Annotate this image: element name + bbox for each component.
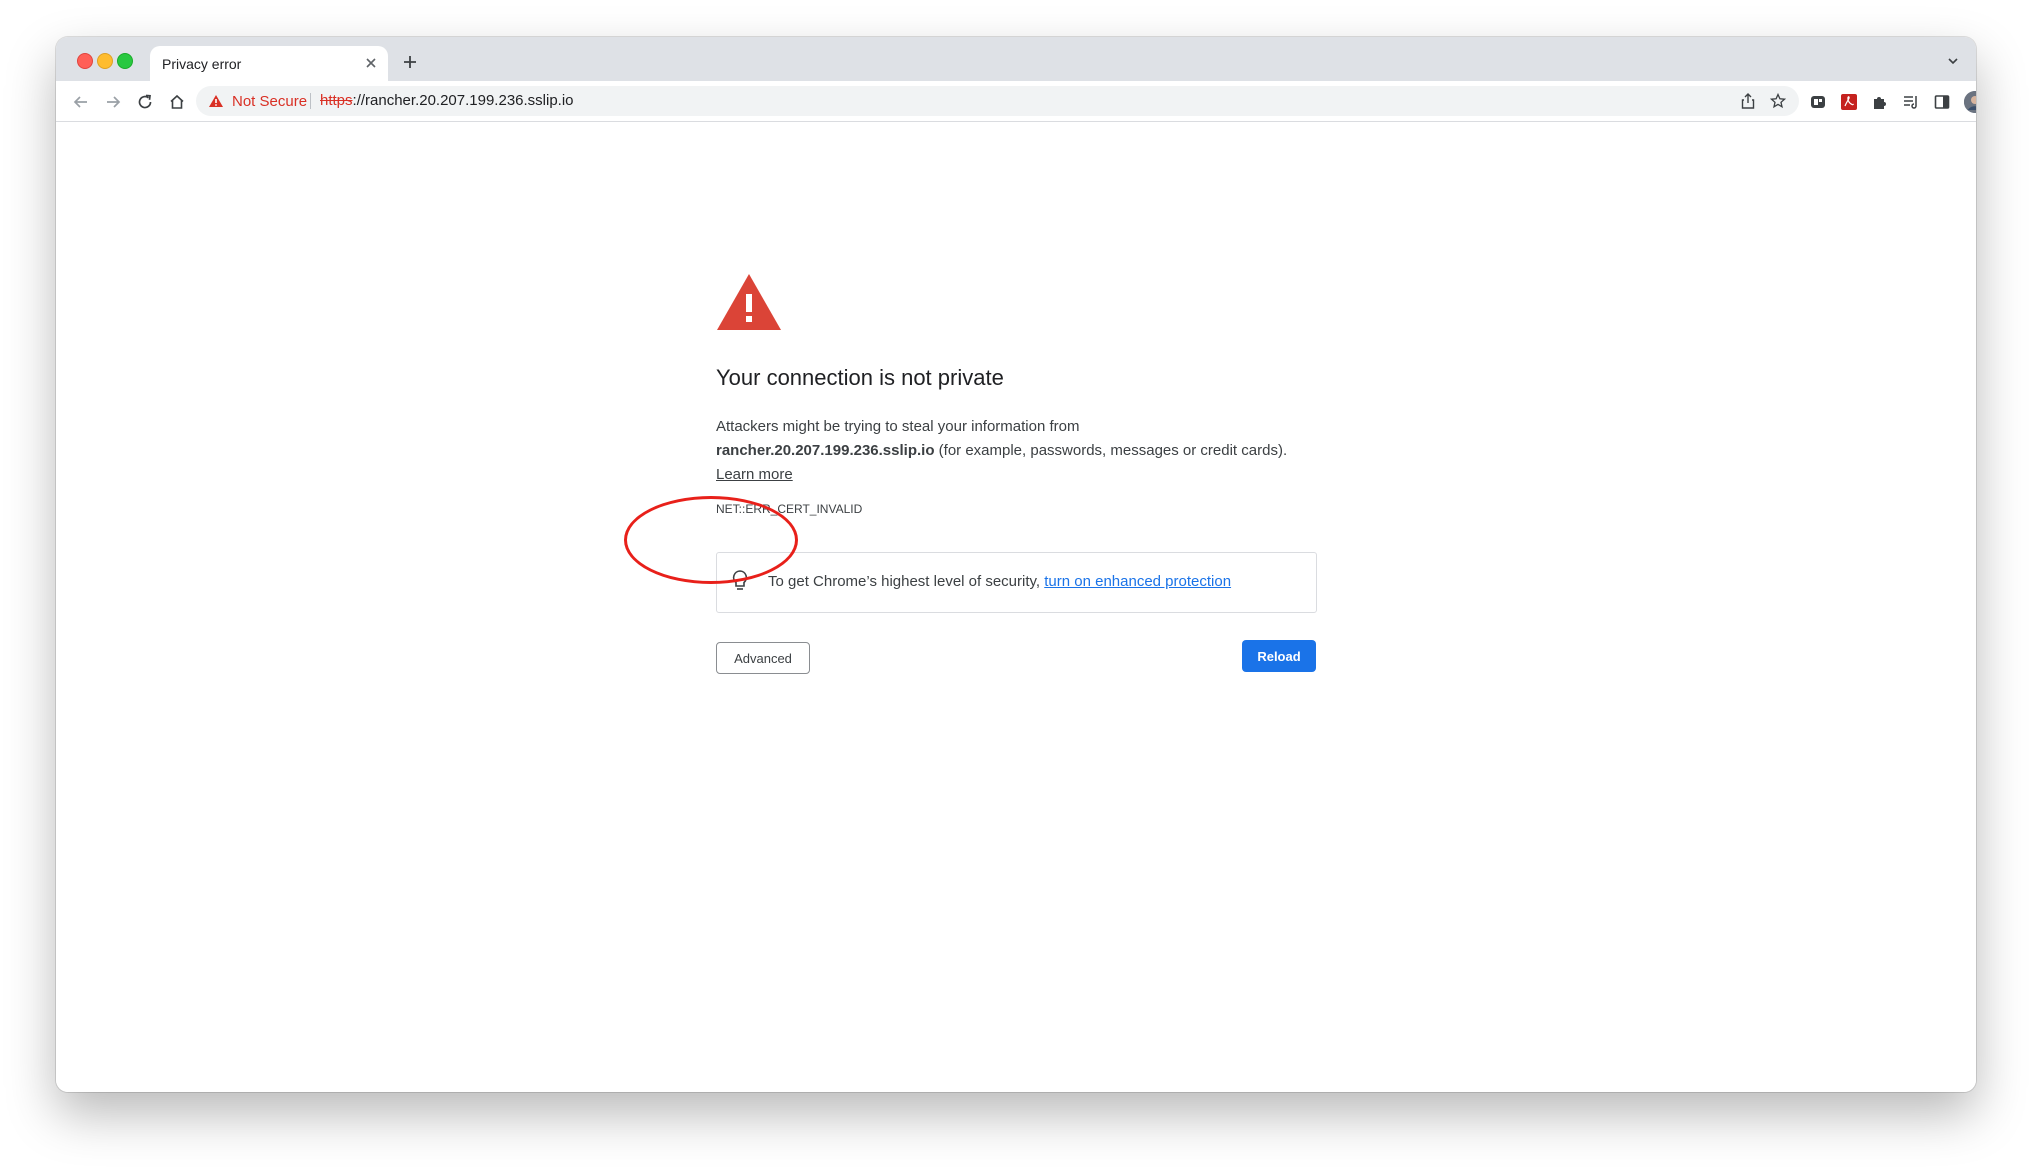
reading-list-icon[interactable]: [1898, 89, 1924, 115]
warning-description: Attackers might be trying to steal your …: [716, 415, 1326, 487]
tab-title: Privacy error: [162, 56, 242, 72]
star-icon[interactable]: [1767, 90, 1789, 112]
enhanced-protection-text: To get Chrome’s highest level of securit…: [768, 573, 1231, 590]
advanced-button[interactable]: Advanced: [716, 642, 810, 674]
puzzle-icon[interactable]: [1867, 89, 1893, 115]
url-text[interactable]: https://rancher.20.207.199.236.sslip.io: [320, 92, 574, 109]
security-chip[interactable]: Not Secure: [208, 86, 307, 116]
interstitial-page: Your connection is not private Attackers…: [56, 122, 1976, 1092]
window-minimize-button[interactable]: [97, 53, 113, 69]
window-close-button[interactable]: [77, 53, 93, 69]
not-secure-label: Not Secure: [232, 92, 308, 110]
reload-button[interactable]: Reload: [1242, 640, 1316, 672]
tab-strip: Privacy error: [56, 37, 1976, 81]
plus-icon: [404, 56, 416, 68]
learn-more-link[interactable]: Learn more: [716, 466, 793, 483]
enhanced-protection-banner: To get Chrome’s highest level of securit…: [716, 552, 1317, 613]
pdf-extension-icon[interactable]: [1836, 89, 1862, 115]
host-name: rancher.20.207.199.236.sslip.io: [716, 442, 935, 459]
home-icon: [170, 94, 184, 109]
profile-avatar[interactable]: [1964, 91, 1976, 113]
tab-privacy-error[interactable]: Privacy error: [150, 46, 388, 81]
forward-button[interactable]: [100, 89, 126, 115]
description-rest: (for example, passwords, messages or cre…: [938, 442, 1288, 459]
arrow-right-icon: [107, 96, 121, 108]
url-scheme: https: [320, 92, 353, 109]
new-tab-button[interactable]: [397, 49, 423, 75]
warning-triangle-icon: [715, 272, 783, 337]
page-title: Your connection is not private: [716, 365, 1004, 390]
tab-close-icon[interactable]: [360, 52, 382, 74]
toolbar: Not Secure https://rancher.20.207.199.23…: [56, 81, 1976, 122]
reload-icon: [138, 94, 152, 109]
error-code: NET::ERR_CERT_INVALID: [716, 502, 863, 516]
browser-window: Privacy error Not Secure https://rancher…: [56, 37, 1976, 1092]
url-host: ://rancher.20.207.199.236.sslip.io: [352, 92, 574, 109]
share-icon[interactable]: [1737, 90, 1759, 112]
chevron-down-icon: [1948, 58, 1958, 65]
address-bar[interactable]: Not Secure https://rancher.20.207.199.23…: [196, 86, 1799, 116]
extension-app-icon[interactable]: [1805, 89, 1831, 115]
home-button[interactable]: [164, 89, 190, 115]
side-panel-icon[interactable]: [1929, 89, 1955, 115]
warning-triangle-icon: [209, 95, 223, 107]
arrow-left-icon: [73, 96, 87, 108]
description-intro: Attackers might be trying to steal your …: [716, 418, 1080, 435]
tab-search-button[interactable]: [1942, 50, 1964, 72]
back-button[interactable]: [68, 89, 94, 115]
lightbulb-icon: [731, 569, 749, 598]
reload-page-button[interactable]: [132, 89, 158, 115]
omnibox-divider: [310, 93, 311, 109]
enhanced-protection-link[interactable]: turn on enhanced protection: [1044, 573, 1231, 590]
enhanced-protection-message: To get Chrome’s highest level of securit…: [768, 573, 1041, 590]
window-maximize-button[interactable]: [117, 53, 133, 69]
